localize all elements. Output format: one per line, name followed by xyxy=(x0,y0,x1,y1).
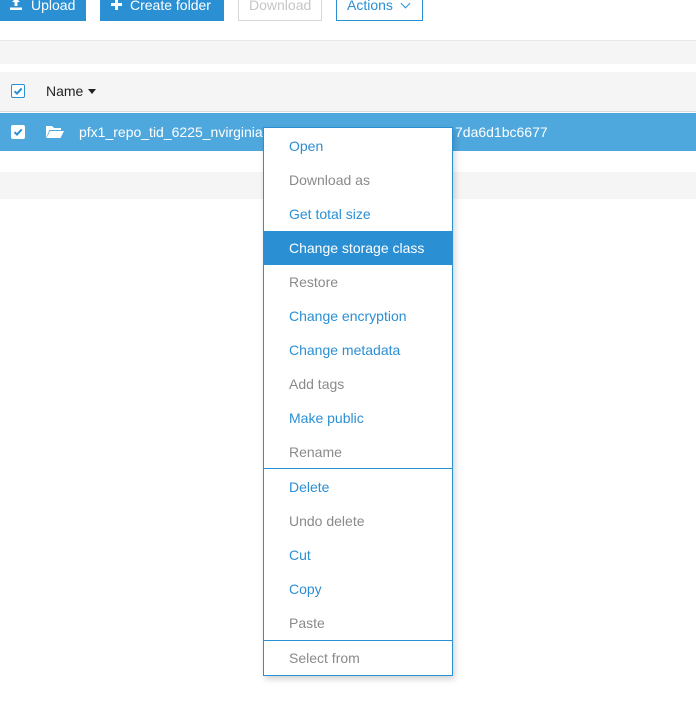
upload-button-label: Upload xyxy=(31,0,76,13)
menu-item-get-total-size[interactable]: Get total size xyxy=(264,197,452,231)
menu-item-change-encryption[interactable]: Change encryption xyxy=(264,299,452,333)
list-header: Name xyxy=(0,72,696,112)
menu-item-change-metadata[interactable]: Change metadata xyxy=(264,333,452,367)
toolbar-separator-band xyxy=(0,40,696,64)
upload-icon xyxy=(9,0,23,20)
menu-item-select-from[interactable]: Select from xyxy=(264,641,452,675)
menu-item-cut[interactable]: Cut xyxy=(264,538,452,572)
name-column-label: Name xyxy=(46,83,84,99)
actions-dropdown-label: Actions xyxy=(347,0,393,13)
download-button[interactable]: Download xyxy=(238,0,322,21)
file-name-suffix: 7da6d1bc6677 xyxy=(455,124,548,140)
menu-item-rename[interactable]: Rename xyxy=(264,435,452,469)
menu-item-delete[interactable]: Delete xyxy=(264,470,452,504)
context-menu: Open Download as Get total size Change s… xyxy=(263,127,453,676)
create-folder-button[interactable]: Create folder xyxy=(100,0,224,21)
menu-item-restore[interactable]: Restore xyxy=(264,265,452,299)
chevron-down-icon xyxy=(400,0,411,9)
file-name: pfx1_repo_tid_6225_nvirginia xyxy=(79,124,263,140)
menu-item-open[interactable]: Open xyxy=(264,129,452,163)
checkmark-icon xyxy=(13,128,23,137)
menu-item-make-public[interactable]: Make public xyxy=(264,401,452,435)
menu-item-copy[interactable]: Copy xyxy=(264,572,452,606)
name-column-header[interactable]: Name xyxy=(46,83,97,99)
plus-icon xyxy=(111,0,122,20)
row-checkbox[interactable] xyxy=(11,125,25,139)
menu-item-change-storage-class[interactable]: Change storage class xyxy=(264,231,452,265)
download-button-label: Download xyxy=(249,0,312,13)
checkmark-icon xyxy=(13,87,23,96)
menu-item-paste[interactable]: Paste xyxy=(264,606,452,640)
menu-item-undo-delete[interactable]: Undo delete xyxy=(264,504,452,538)
select-all-checkbox[interactable] xyxy=(11,84,25,98)
folder-open-icon xyxy=(46,125,64,142)
menu-item-add-tags[interactable]: Add tags xyxy=(264,367,452,401)
file-browser: Upload Create folder Download Actions Na… xyxy=(0,0,696,708)
menu-item-download-as[interactable]: Download as xyxy=(264,163,452,197)
sort-descending-icon xyxy=(88,89,97,94)
upload-button[interactable]: Upload xyxy=(0,0,86,21)
menu-divider xyxy=(264,468,452,469)
create-folder-button-label: Create folder xyxy=(130,0,211,13)
actions-dropdown[interactable]: Actions xyxy=(336,0,423,21)
